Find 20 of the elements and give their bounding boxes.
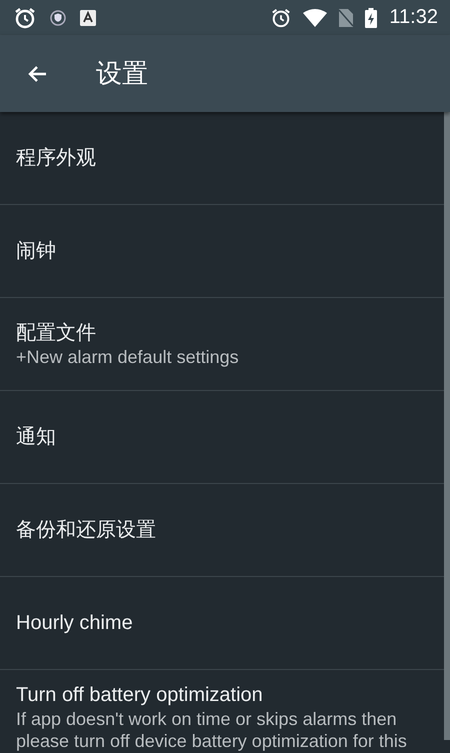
wifi-icon [303, 8, 328, 26]
clock-time: 11:32 [389, 6, 438, 29]
setting-title: 配置文件 [16, 321, 97, 346]
screen-title: 设置 [96, 57, 148, 90]
setting-summary: +New alarm default settings [16, 346, 240, 368]
scrollbar[interactable] [444, 112, 450, 740]
setting-title: 闹钟 [16, 239, 57, 264]
settings-item[interactable]: Turn off battery optimization If app doesn't work on time or skips alarms then please turn off device battery optimization for this [0, 670, 444, 752]
battery-charging-icon [365, 8, 378, 28]
app-icon [80, 10, 96, 26]
no-sim-icon [339, 8, 354, 26]
setting-title: 程序外观 [16, 146, 97, 171]
shield-icon [50, 10, 66, 26]
setting-title: Hourly chime [16, 611, 134, 636]
alarm-clock-icon [271, 8, 292, 28]
setting-summary: If app doesn't work on time or skips alarms then please turn off device battery optimization for this [16, 708, 408, 752]
setting-title: 备份和还原设置 [16, 518, 157, 543]
setting-title: Turn off battery optimization [16, 683, 264, 708]
setting-title: 通知 [16, 425, 57, 450]
alarm-clock-icon [14, 6, 36, 28]
